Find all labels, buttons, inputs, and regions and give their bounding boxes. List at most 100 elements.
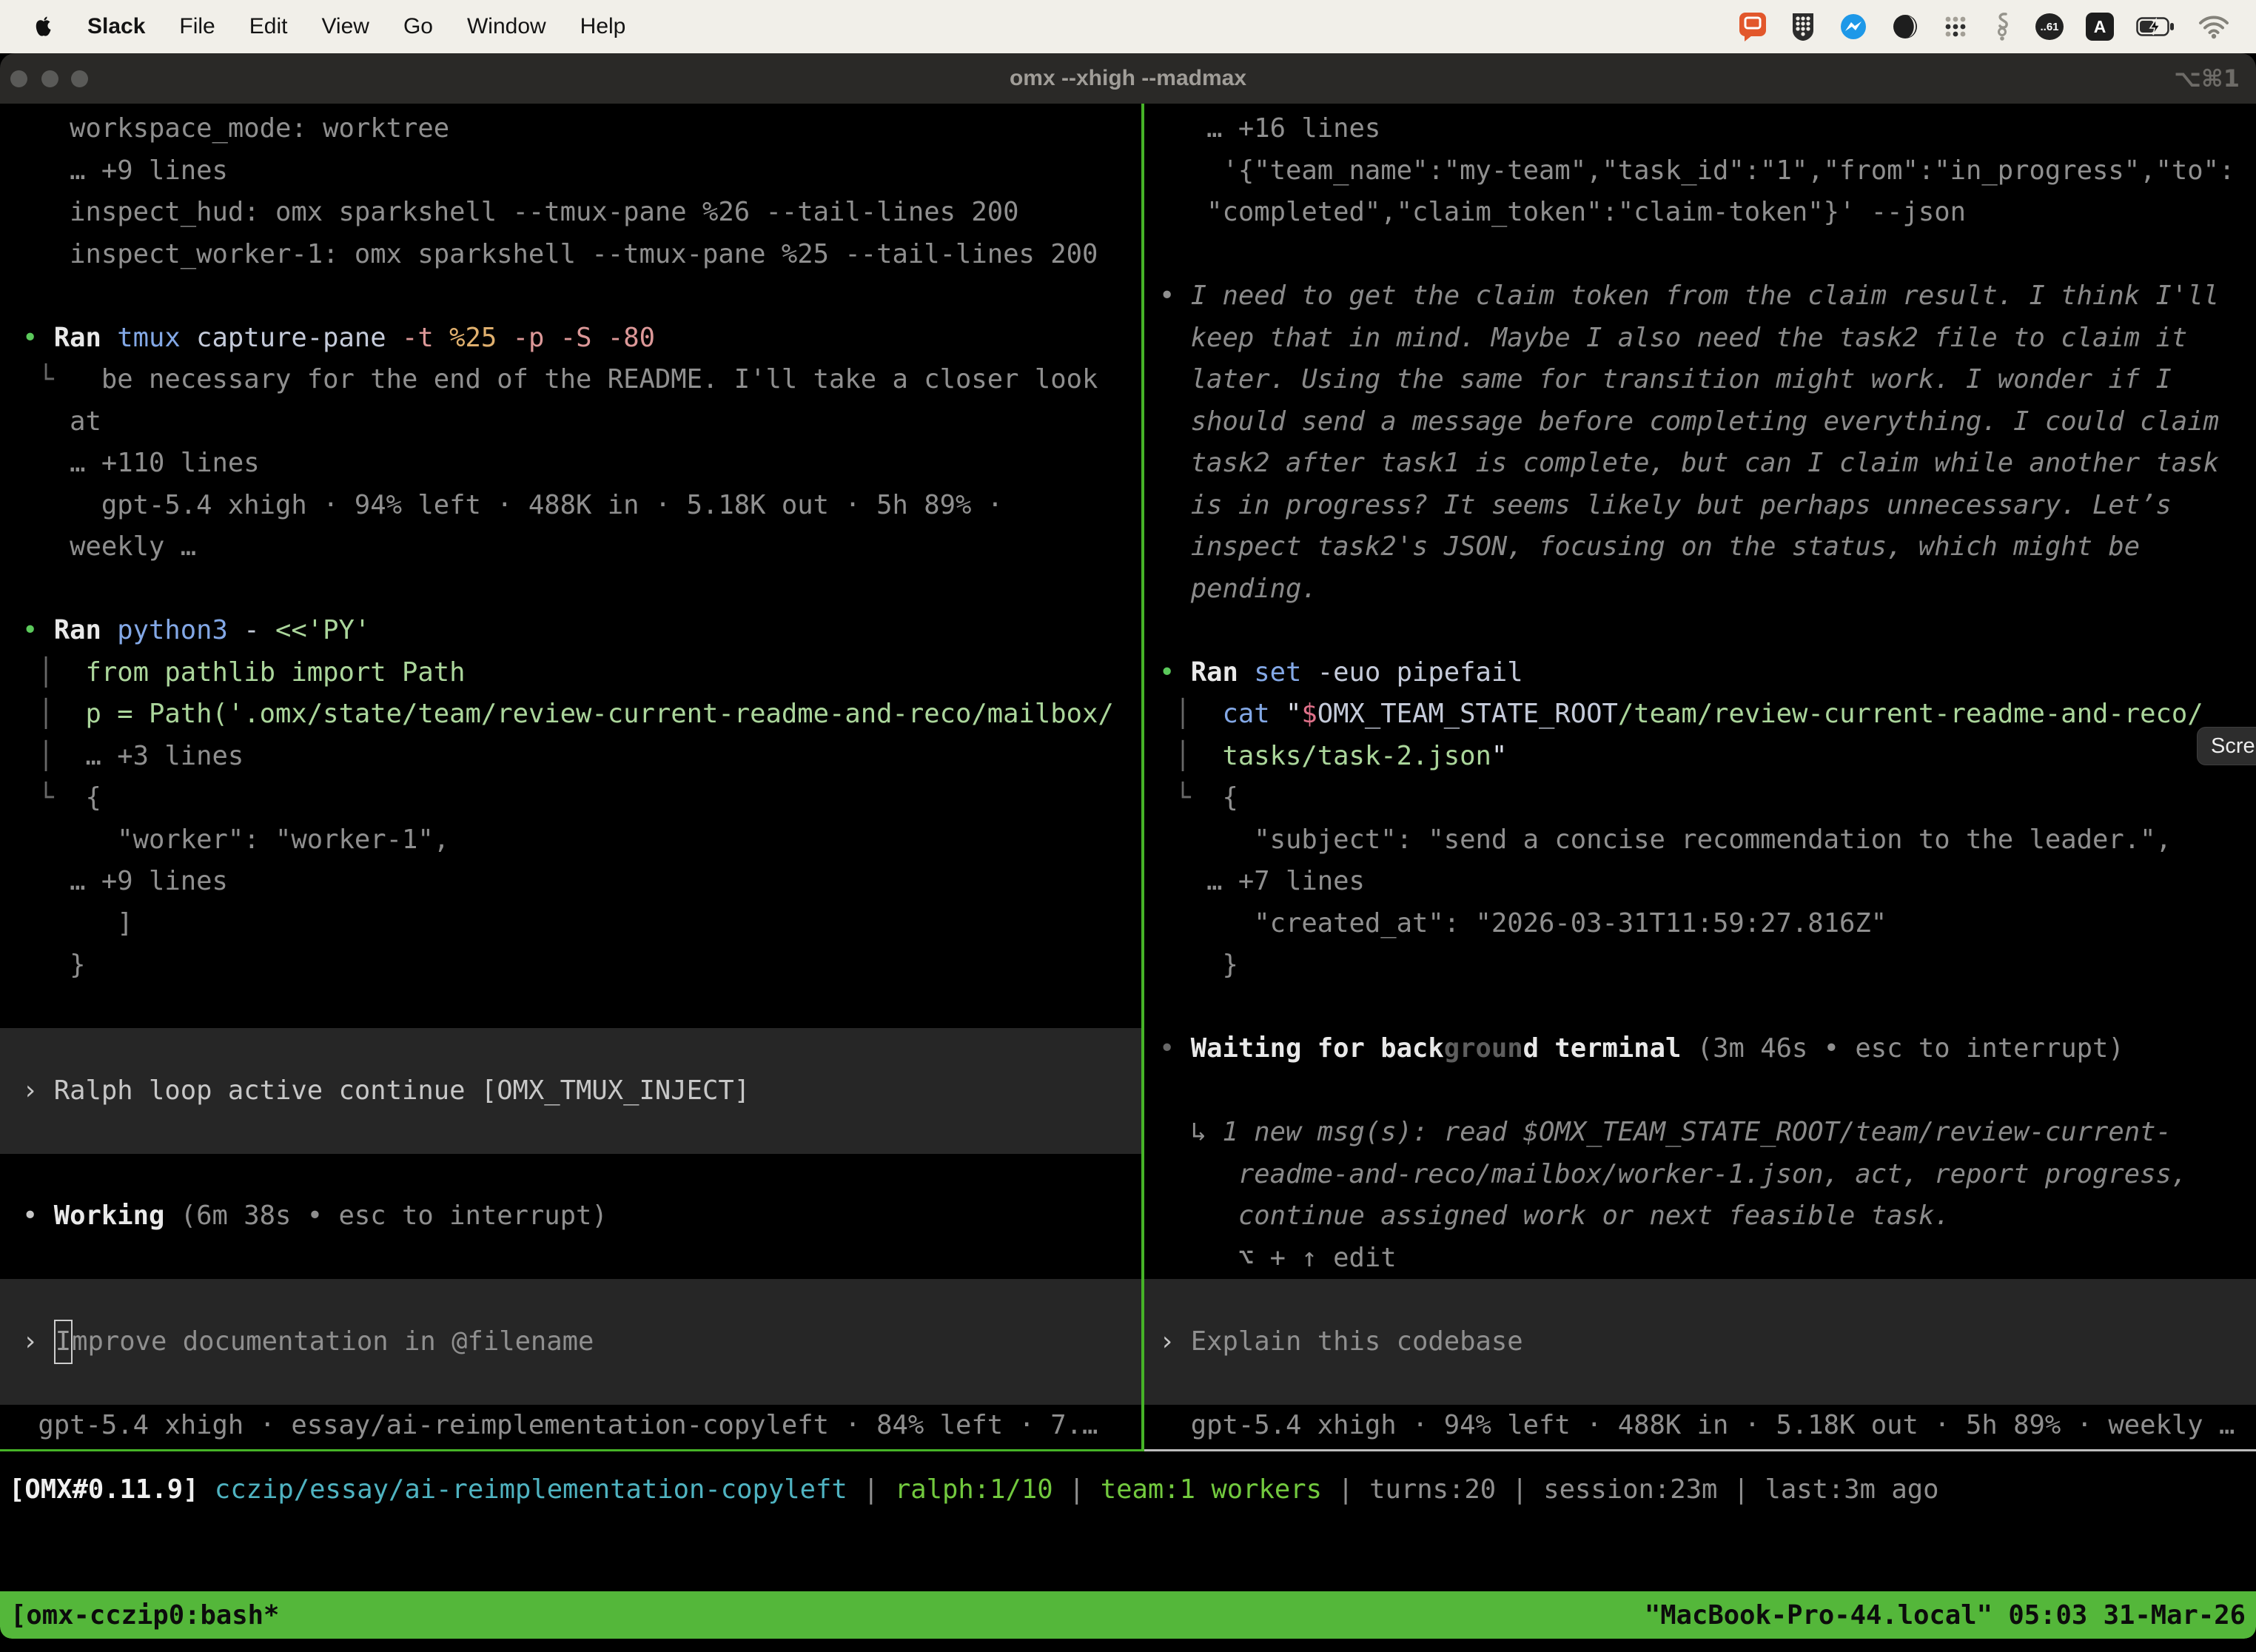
terminal-line: "completed","claim_token":"claim-token"}… xyxy=(1159,192,2256,234)
menu-item-help[interactable]: Help xyxy=(580,14,626,38)
menu-item-window[interactable]: Window xyxy=(467,14,546,38)
working-status: • Working (6m 38s • esc to interrupt) xyxy=(22,1154,1141,1280)
tailscale-icon[interactable] xyxy=(1991,11,2013,42)
terminal-line: pending. xyxy=(1159,568,2256,611)
terminal-line xyxy=(22,568,1141,611)
tmux-host-clock-label: "MacBook-Pro-44.local" 05:03 31-Mar-26 xyxy=(1645,1600,2246,1631)
badge-61-icon[interactable]: ..61 xyxy=(2035,13,2064,40)
terminal-line: "subject": "send a concise recommendatio… xyxy=(1159,819,2256,862)
screen-share-icon[interactable] xyxy=(1738,11,1767,42)
menu-item-slack[interactable]: Slack xyxy=(87,14,145,39)
pane-status-line: gpt-5.4 xhigh · essay/ai-reimplementatio… xyxy=(22,1405,1141,1447)
terminal-line: › Explain this codebase xyxy=(1159,1321,2256,1363)
terminal-line: at xyxy=(22,401,1141,443)
menu-item-view[interactable]: View xyxy=(321,14,369,38)
command-input[interactable]: › Explain this codebase xyxy=(1144,1279,2256,1405)
terminal-line xyxy=(22,1363,1141,1405)
left-terminal-pane[interactable]: workspace_mode: worktree … +9 lines insp… xyxy=(0,104,1141,1449)
terminal-line: later. Using the same for transition mig… xyxy=(1159,359,2256,401)
right-pane-bottom-border xyxy=(1144,1449,2256,1451)
terminal-line: • I need to get the claim token from the… xyxy=(1159,275,2256,318)
terminal-line: gpt-5.4 xhigh · 94% left · 488K in · 5.1… xyxy=(1159,1405,2256,1447)
a-key-icon[interactable]: A xyxy=(2086,13,2114,41)
crescent-icon[interactable] xyxy=(1890,12,1920,41)
terminal-line: "created_at": "2026-03-31T11:59:27.816Z" xyxy=(1159,903,2256,945)
terminal-line: [OMX#0.11.9] cczip/essay/ai-reimplementa… xyxy=(9,1469,1939,1511)
terminal-line: '{"team_name":"my-team","task_id":"1","f… xyxy=(1159,150,2256,192)
macos-menu-bar: Slack File Edit View Go Window Help xyxy=(0,0,2256,53)
terminal-line: keep that in mind. Maybe I also need the… xyxy=(1159,318,2256,360)
terminal-line xyxy=(22,1154,1141,1196)
terminal-line: ↳ 1 new msg(s): read $OMX_TEAM_STATE_ROO… xyxy=(1159,1112,2256,1154)
scrollback-output: … +16 lines '{"team_name":"my-team","tas… xyxy=(1159,108,2256,1279)
battery-icon[interactable] xyxy=(2136,16,2176,38)
terminal-line: • Working (6m 38s • esc to interrupt) xyxy=(22,1195,1141,1238)
terminal-line: • Ran set -euo pipefail xyxy=(1159,652,2256,694)
dots-grid-icon[interactable] xyxy=(1942,13,1969,40)
terminal-line: weekly … xyxy=(22,526,1141,568)
hud-line: [OMX#0.11.9] cczip/essay/ai-reimplementa… xyxy=(9,1469,1939,1511)
terminal-line: should send a message before completing … xyxy=(1159,401,2256,443)
badge-61-label: ..61 xyxy=(2040,21,2058,33)
terminal-line: } xyxy=(1159,944,2256,987)
menu-status-icons: ..61 A xyxy=(1738,11,2235,42)
terminal-line: is in progress? It seems likely but perh… xyxy=(1159,485,2256,527)
terminal-line: gpt-5.4 xhigh · essay/ai-reimplementatio… xyxy=(22,1405,1141,1447)
right-terminal-pane[interactable]: … +16 lines '{"team_name":"my-team","tas… xyxy=(1144,104,2256,1449)
window-title-bar[interactable]: omx --xhigh --madmax ⌥⌘1 xyxy=(0,53,2256,104)
terminal-line: inspect_hud: omx sparkshell --tmux-pane … xyxy=(22,192,1141,234)
keypad-shield-icon[interactable] xyxy=(1790,11,1816,42)
terminal-line xyxy=(22,987,1141,1029)
terminal-line xyxy=(22,275,1141,318)
window-title: omx --xhigh --madmax xyxy=(0,53,2256,104)
menu-item-edit[interactable]: Edit xyxy=(249,14,288,38)
terminal-line: readme-and-reco/mailbox/worker-1.json, a… xyxy=(1159,1154,2256,1196)
left-pane-bottom-border xyxy=(0,1449,1141,1451)
terminal-line xyxy=(1159,987,2256,1029)
terminal-line xyxy=(22,1238,1141,1280)
terminal-line: … +7 lines xyxy=(1159,861,2256,903)
terminal-line: │ tasks/task-2.json" xyxy=(1159,736,2256,778)
terminal-line: ⌥ + ↑ edit xyxy=(1159,1238,2256,1280)
a-key-label: A xyxy=(2094,17,2106,37)
terminal-line: gpt-5.4 xhigh · 94% left · 488K in · 5.1… xyxy=(22,485,1141,527)
screen: { "menu_bar": { "app_name": "Slack", "it… xyxy=(0,0,2256,1652)
terminal-line: • Ran python3 - <<'PY' xyxy=(22,610,1141,652)
apple-menu-icon[interactable] xyxy=(34,16,53,38)
terminal-line: └ be necessary for the end of the README… xyxy=(22,359,1141,401)
terminal-line: │ from pathlib import Path xyxy=(22,652,1141,694)
menu-item-go[interactable]: Go xyxy=(403,14,433,38)
messenger-icon[interactable] xyxy=(1839,12,1868,41)
terminal-line: │ … +3 lines xyxy=(22,736,1141,778)
terminal-line xyxy=(22,1112,1141,1154)
wifi-icon[interactable] xyxy=(2198,14,2229,39)
terminal-line: › Improve documentation in @filename xyxy=(22,1321,1141,1363)
terminal-line: └ { xyxy=(22,777,1141,819)
terminal-line: │ cat "$OMX_TEAM_STATE_ROOT/team/review-… xyxy=(1159,694,2256,736)
terminal-line: task2 after task1 is complete, but can I… xyxy=(1159,443,2256,485)
terminal-line: • Waiting for background terminal (3m 46… xyxy=(1159,1028,2256,1070)
terminal-line xyxy=(1159,610,2256,652)
terminal-line: … +9 lines xyxy=(22,861,1141,903)
window-shortcut-label: ⌥⌘1 xyxy=(2174,53,2240,104)
pane-status-line: gpt-5.4 xhigh · 94% left · 488K in · 5.1… xyxy=(1159,1405,2256,1447)
terminal-line: inspect task2's JSON, focusing on the st… xyxy=(1159,526,2256,568)
inject-banner: › Ralph loop active continue [OMX_TMUX_I… xyxy=(0,1028,1141,1154)
terminal-line: › Ralph loop active continue [OMX_TMUX_I… xyxy=(22,1070,1141,1112)
terminal-line: "worker": "worker-1", xyxy=(22,819,1141,862)
command-input[interactable]: › Improve documentation in @filename xyxy=(0,1279,1141,1405)
terminal-line xyxy=(22,1028,1141,1070)
menu-item-file[interactable]: File xyxy=(179,14,215,38)
menu-items: File Edit View Go Window Help xyxy=(179,14,659,39)
terminal-line: … +110 lines xyxy=(22,443,1141,485)
terminal-line xyxy=(1159,1363,2256,1405)
terminal-line xyxy=(1159,1070,2256,1112)
terminal-line: └ { xyxy=(1159,777,2256,819)
omx-hud-status-line: [OMX#0.11.9] cczip/essay/ai-reimplementa… xyxy=(9,1469,1939,1511)
terminal-line xyxy=(1159,234,2256,276)
terminal-line: • Ran tmux capture-pane -t %25 -p -S -80 xyxy=(22,318,1141,360)
terminal-line: │ p = Path('.omx/state/team/review-curre… xyxy=(22,694,1141,736)
scrollback-output: workspace_mode: worktree … +9 lines insp… xyxy=(22,108,1141,1028)
tmux-session-label: [omx-cczip0:bash* xyxy=(10,1600,279,1631)
terminal-line: … +16 lines xyxy=(1159,108,2256,150)
